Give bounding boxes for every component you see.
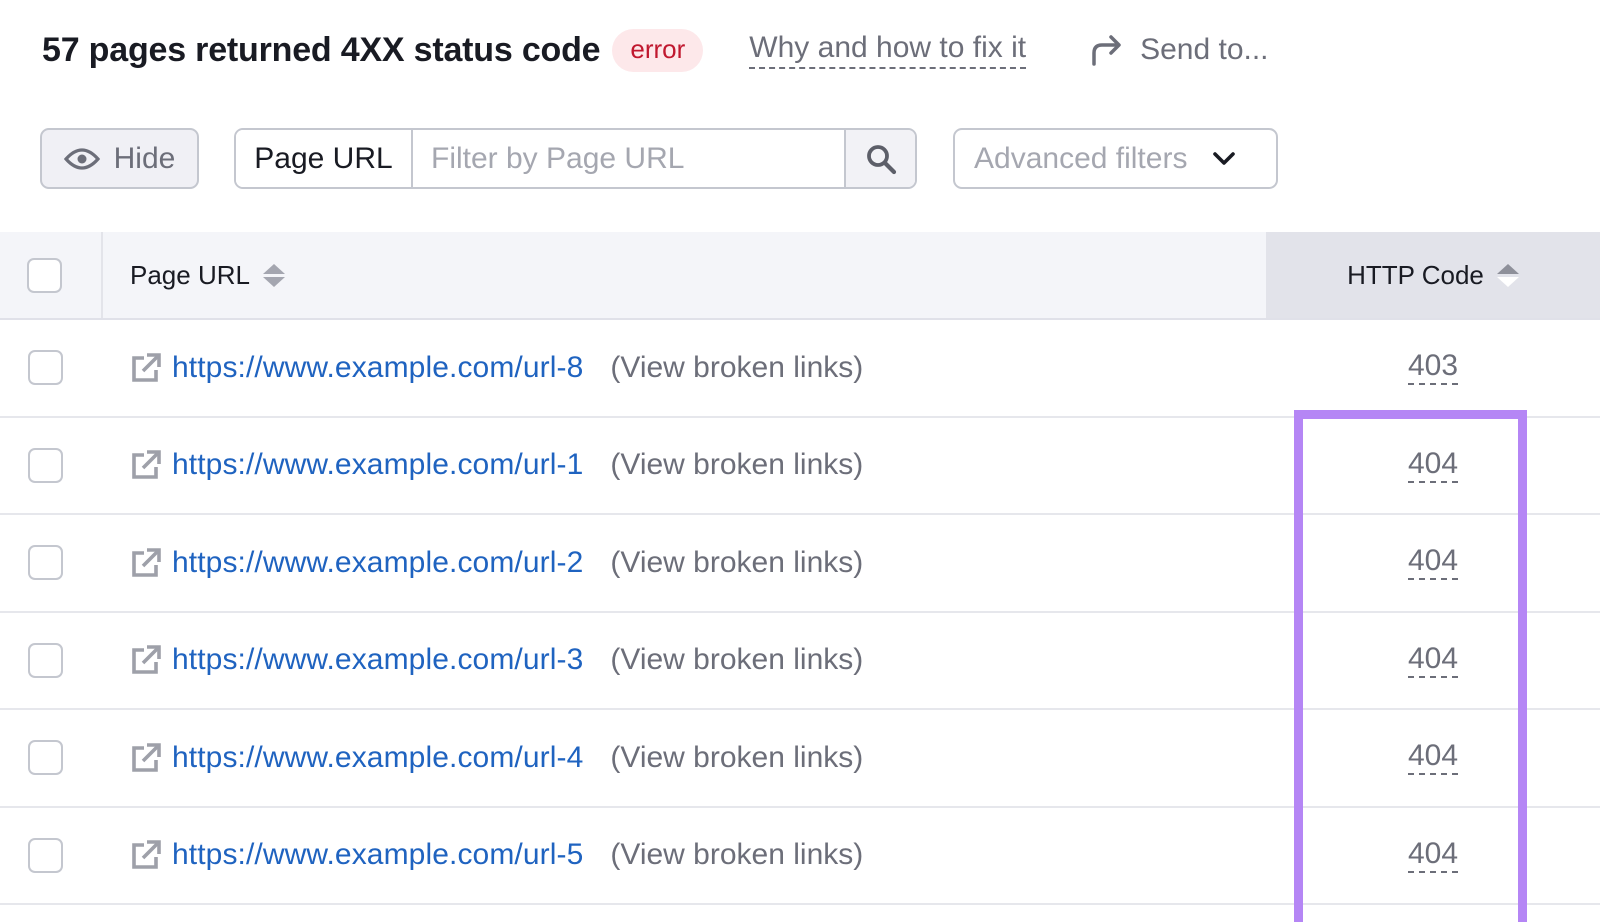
hide-label: Hide xyxy=(113,141,176,175)
sort-ascending-icon xyxy=(1496,263,1519,287)
sort-icon xyxy=(262,263,285,287)
external-link-icon[interactable] xyxy=(130,742,162,774)
row-checkbox[interactable] xyxy=(28,642,63,678)
header-checkbox-cell xyxy=(0,232,103,318)
view-broken-links-link[interactable]: (View broken links) xyxy=(610,741,863,775)
external-link-icon[interactable] xyxy=(130,449,162,481)
issue-report-page: 57 pages returned 4XX status code error … xyxy=(0,0,1600,922)
column-label: Page URL xyxy=(130,259,250,290)
column-header-page-url[interactable]: Page URL xyxy=(103,232,1266,318)
http-code-value[interactable]: 403 xyxy=(1407,350,1459,386)
external-link-icon[interactable] xyxy=(130,839,162,871)
send-to-label: Send to... xyxy=(1140,33,1269,66)
search-icon xyxy=(865,143,897,175)
share-arrow-icon xyxy=(1088,33,1140,67)
external-link-icon[interactable] xyxy=(130,352,162,384)
http-code-cell: 404 xyxy=(1266,740,1600,776)
http-code-cell: 404 xyxy=(1266,642,1600,678)
select-all-checkbox[interactable] xyxy=(27,257,62,293)
pages-table: Page URL HTTP Code https://www.example.c… xyxy=(0,232,1600,905)
http-code-cell: 403 xyxy=(1266,350,1600,386)
row-checkbox-cell xyxy=(0,447,103,483)
row-checkbox-cell xyxy=(0,545,103,581)
search-button[interactable] xyxy=(844,130,915,187)
page-url-link[interactable]: https://www.example.com/url-5 xyxy=(172,838,583,872)
external-link-icon[interactable] xyxy=(130,644,162,676)
row-checkbox[interactable] xyxy=(28,447,63,483)
page-url-cell: https://www.example.com/url-5 (View brok… xyxy=(103,838,1266,872)
row-checkbox[interactable] xyxy=(28,350,63,386)
page-url-link[interactable]: https://www.example.com/url-3 xyxy=(172,643,583,677)
hide-button[interactable]: Hide xyxy=(40,128,199,189)
http-code-value[interactable]: 404 xyxy=(1407,447,1459,483)
row-checkbox[interactable] xyxy=(28,545,63,581)
http-code-cell: 404 xyxy=(1266,545,1600,581)
filter-toolbar: Hide Page URL Advanced filters xyxy=(40,128,1278,189)
table-row: https://www.example.com/url-5 (View brok… xyxy=(0,808,1600,905)
column-label: HTTP Code xyxy=(1347,259,1484,290)
http-code-cell: 404 xyxy=(1266,837,1600,873)
row-checkbox[interactable] xyxy=(28,837,63,873)
page-url-cell: https://www.example.com/url-8 (View brok… xyxy=(103,351,1266,385)
error-badge: error xyxy=(612,28,704,72)
row-checkbox-cell xyxy=(0,740,103,776)
page-url-cell: https://www.example.com/url-4 (View brok… xyxy=(103,741,1266,775)
table-row: https://www.example.com/url-3 (View brok… xyxy=(0,613,1600,710)
eye-icon xyxy=(63,147,114,171)
filter-by-page-url-input[interactable] xyxy=(413,130,844,187)
table-row: https://www.example.com/url-8 (View brok… xyxy=(0,320,1600,418)
http-code-value[interactable]: 404 xyxy=(1407,740,1459,776)
view-broken-links-link[interactable]: (View broken links) xyxy=(610,643,863,677)
page-url-link[interactable]: https://www.example.com/url-8 xyxy=(172,351,583,385)
row-checkbox-cell xyxy=(0,350,103,386)
http-code-value[interactable]: 404 xyxy=(1407,837,1459,873)
row-checkbox-cell xyxy=(0,837,103,873)
view-broken-links-link[interactable]: (View broken links) xyxy=(610,351,863,385)
table-row: https://www.example.com/url-1 (View brok… xyxy=(0,418,1600,515)
chevron-down-icon xyxy=(1213,151,1236,166)
page-url-link[interactable]: https://www.example.com/url-4 xyxy=(172,741,583,775)
send-to-button[interactable]: Send to... xyxy=(1088,33,1269,67)
advanced-filters-dropdown[interactable]: Advanced filters xyxy=(953,128,1278,189)
table-header: Page URL HTTP Code xyxy=(0,232,1600,320)
page-url-cell: https://www.example.com/url-3 (View brok… xyxy=(103,643,1266,677)
page-url-link[interactable]: https://www.example.com/url-1 xyxy=(172,448,583,482)
table-row: https://www.example.com/url-2 (View brok… xyxy=(0,515,1600,613)
page-url-link[interactable]: https://www.example.com/url-2 xyxy=(172,546,583,580)
report-header: 57 pages returned 4XX status code error … xyxy=(42,22,1269,78)
page-title: 57 pages returned 4XX status code xyxy=(42,30,601,69)
page-url-filter: Page URL xyxy=(234,128,917,189)
why-and-how-to-fix-link[interactable]: Why and how to fix it xyxy=(749,31,1027,69)
http-code-cell: 404 xyxy=(1266,447,1600,483)
table-row: https://www.example.com/url-4 (View brok… xyxy=(0,710,1600,808)
table-body: https://www.example.com/url-8 (View brok… xyxy=(0,320,1600,905)
http-code-value[interactable]: 404 xyxy=(1407,545,1459,581)
row-checkbox[interactable] xyxy=(28,740,63,776)
view-broken-links-link[interactable]: (View broken links) xyxy=(610,448,863,482)
column-header-http-code[interactable]: HTTP Code xyxy=(1266,232,1600,318)
advanced-filters-label: Advanced filters xyxy=(974,141,1188,175)
page-url-cell: https://www.example.com/url-2 (View brok… xyxy=(103,546,1266,580)
http-code-value[interactable]: 404 xyxy=(1407,642,1459,678)
row-checkbox-cell xyxy=(0,642,103,678)
external-link-icon[interactable] xyxy=(130,547,162,579)
view-broken-links-link[interactable]: (View broken links) xyxy=(610,546,863,580)
view-broken-links-link[interactable]: (View broken links) xyxy=(610,838,863,872)
filter-field-label: Page URL xyxy=(236,130,413,187)
page-url-cell: https://www.example.com/url-1 (View brok… xyxy=(103,448,1266,482)
